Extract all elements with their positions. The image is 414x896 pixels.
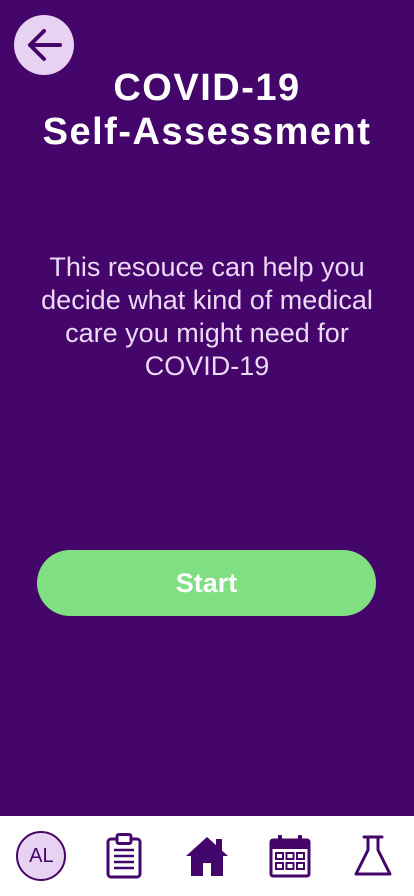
start-button[interactable]: Start (37, 550, 376, 616)
nav-item-profile[interactable]: AL (11, 826, 71, 886)
page-title: COVID-19 Self-Assessment (0, 66, 414, 154)
nav-item-home[interactable] (177, 826, 237, 886)
calendar-icon (269, 835, 311, 878)
nav-item-calendar[interactable] (260, 826, 320, 886)
nav-item-tasks[interactable] (94, 826, 154, 886)
nav-item-lab[interactable] (343, 826, 403, 886)
page-title-line-1: COVID-19 (113, 67, 301, 109)
bottom-nav: AL (0, 816, 414, 896)
page-title-line-2: Self-Assessment (42, 111, 372, 153)
description-text: This resouce can help you decide what ki… (41, 252, 373, 381)
arrow-left-icon (28, 29, 62, 61)
flask-icon (354, 835, 392, 876)
clipboard-icon (106, 833, 142, 879)
assessment-screen: COVID-19 Self-Assessment This resouce ca… (0, 0, 414, 816)
avatar: AL (16, 831, 67, 881)
avatar-initials: AL (29, 844, 54, 867)
home-icon (185, 837, 228, 876)
